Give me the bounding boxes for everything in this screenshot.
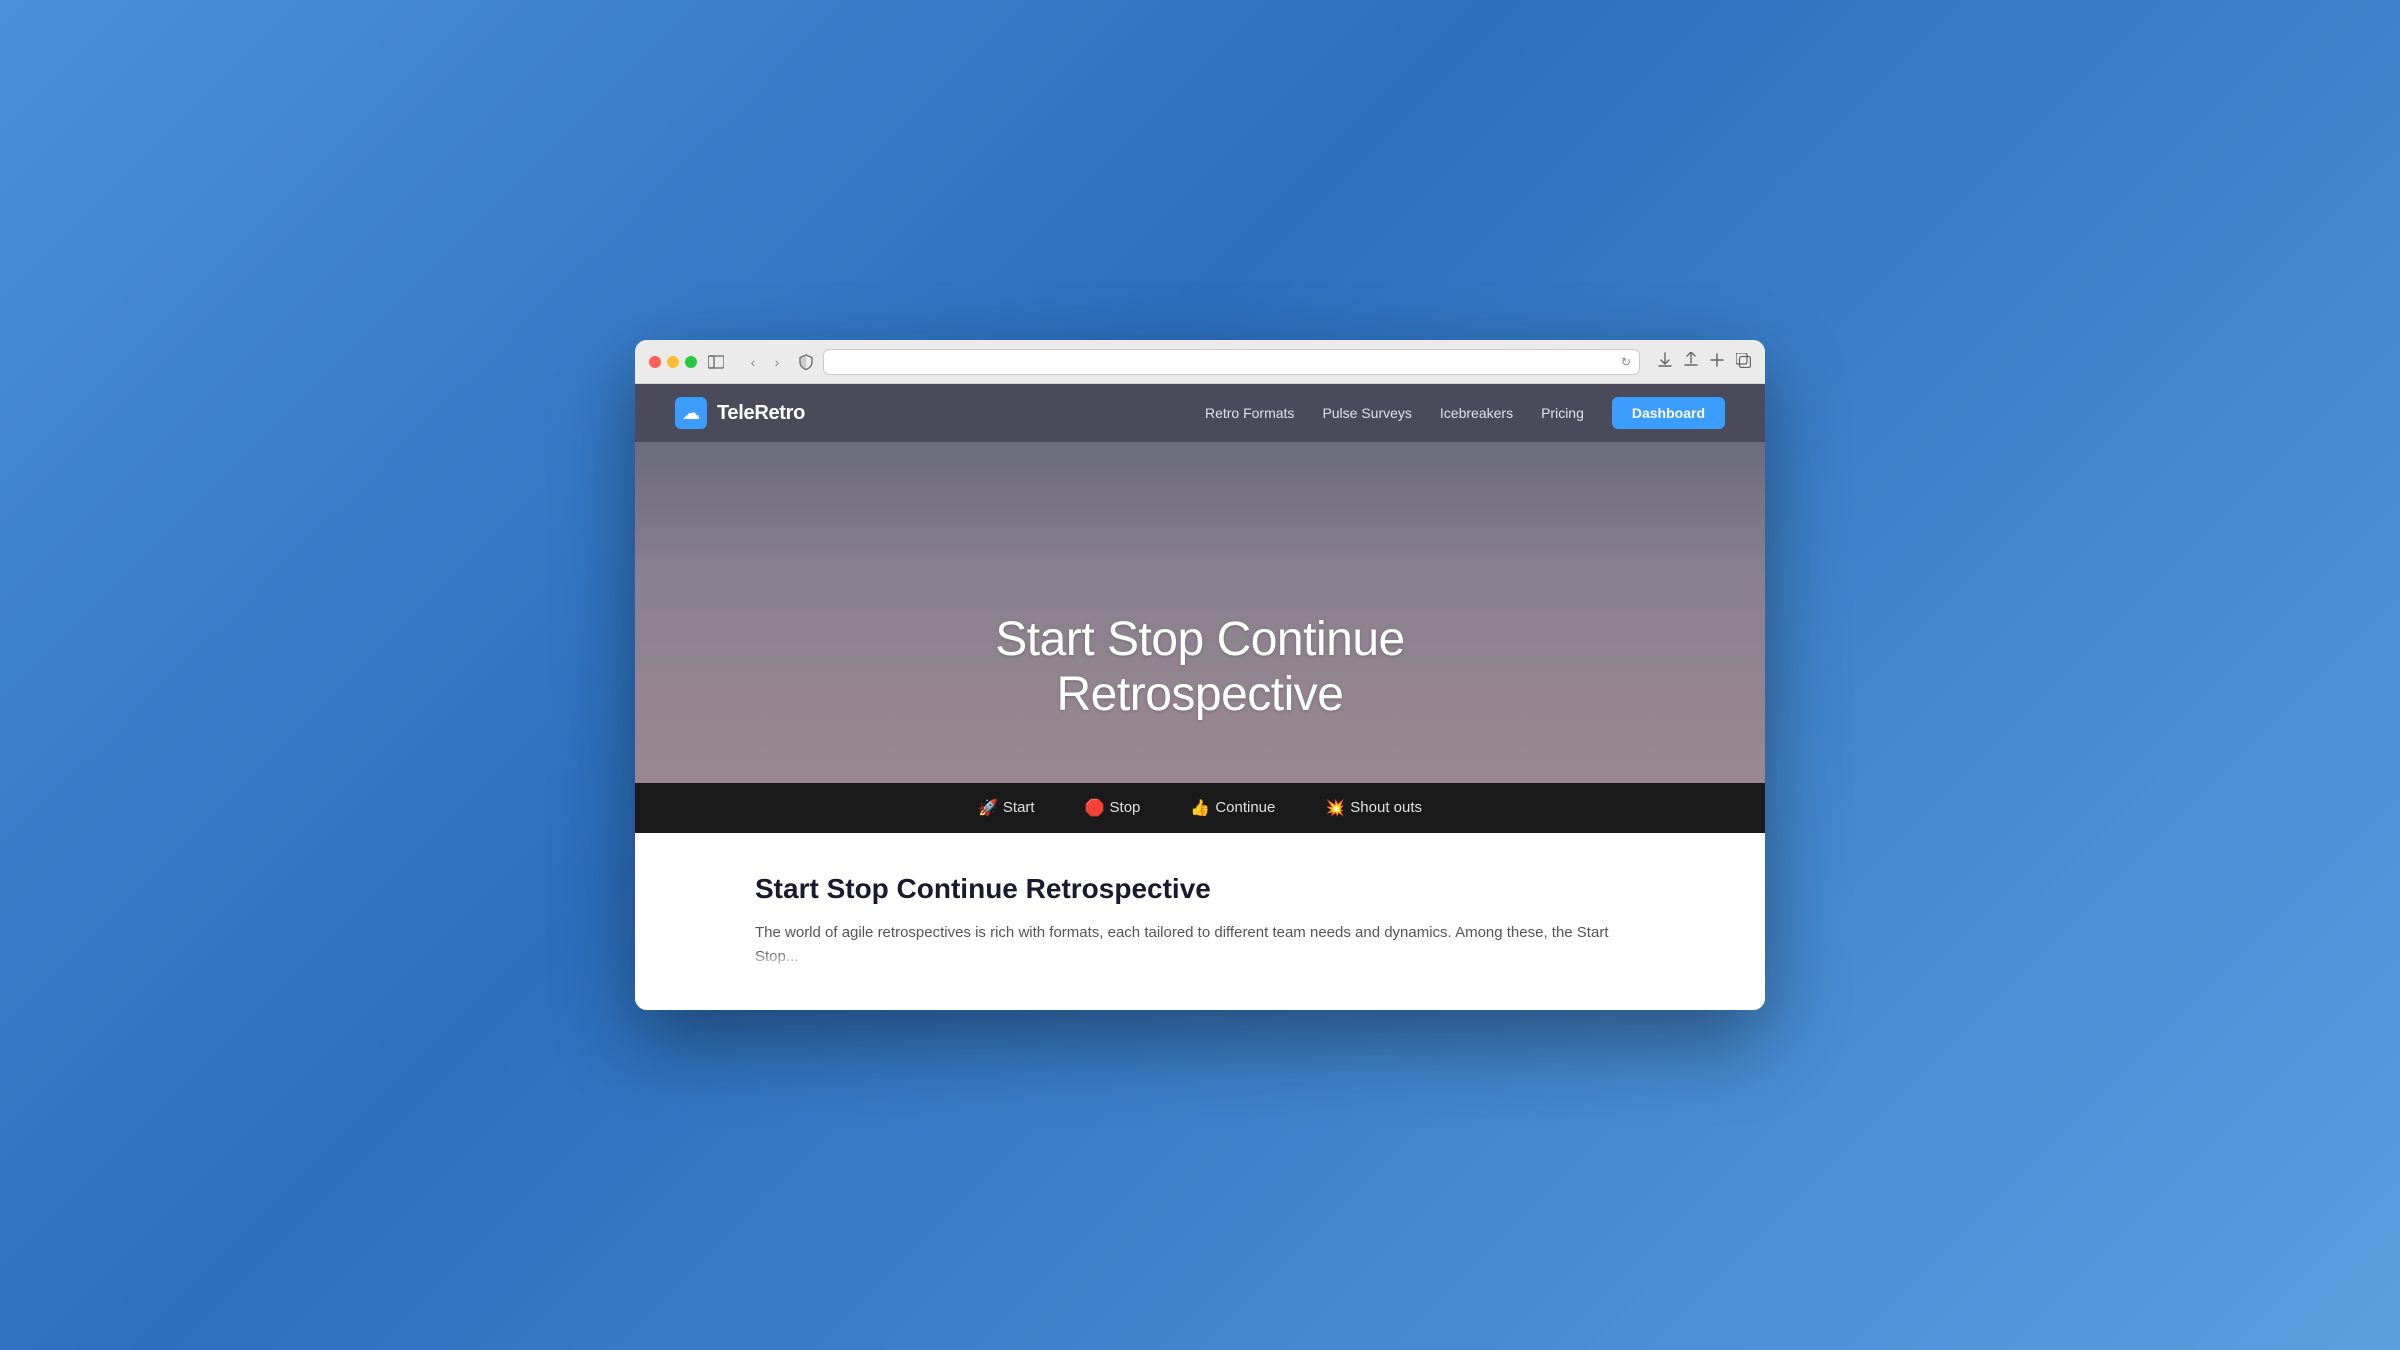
browser-chrome: ‹ › ↻ [635, 340, 1765, 384]
forward-button[interactable]: › [767, 352, 787, 372]
thumbsup-icon: 👍 [1190, 798, 1210, 818]
cloud-icon: ☁ [682, 403, 700, 424]
traffic-lights [649, 356, 697, 368]
privacy-shield-icon [797, 353, 815, 371]
stop-icon: 🛑 [1085, 798, 1105, 818]
content-title: Start Stop Continue Retrospective [755, 873, 1645, 905]
main-nav: ☁ TeleRetro Retro Formats Pulse Surveys … [635, 384, 1765, 442]
tab-shoutouts[interactable]: 💥 Shout outs [1325, 798, 1422, 818]
tab-start-label: Start [1003, 799, 1035, 816]
nav-link-pulse-surveys[interactable]: Pulse Surveys [1322, 405, 1411, 421]
new-tab-icon[interactable] [1710, 353, 1724, 370]
address-bar[interactable]: ↻ [823, 349, 1640, 375]
hero-title-line2: Retrospective [1057, 668, 1344, 721]
tabs-icon[interactable] [1736, 353, 1751, 371]
maximize-button[interactable] [685, 356, 697, 368]
nav-link-pricing[interactable]: Pricing [1541, 405, 1584, 421]
tab-stop[interactable]: 🛑 Stop [1085, 798, 1141, 818]
minimize-button[interactable] [667, 356, 679, 368]
rocket-icon: 🚀 [978, 798, 998, 818]
content-section: Start Stop Continue Retrospective The wo… [635, 833, 1765, 1011]
star-icon: 💥 [1325, 798, 1345, 818]
hero-content: Start Stop Continue Retrospective [635, 562, 1765, 782]
hero-section: Start Stop Continue Retrospective [635, 442, 1765, 783]
hero-title-line1: Start Stop Continue [995, 613, 1404, 666]
browser-nav: ‹ › [743, 352, 787, 372]
tab-continue[interactable]: 👍 Continue [1190, 798, 1275, 818]
tab-continue-label: Continue [1215, 799, 1275, 816]
hero-title: Start Stop Continue Retrospective [675, 612, 1725, 722]
nav-link-icebreakers[interactable]: Icebreakers [1440, 405, 1513, 421]
logo[interactable]: ☁ TeleRetro [675, 397, 805, 429]
browser-window: ‹ › ↻ [635, 340, 1765, 1010]
nav-link-retro-formats[interactable]: Retro Formats [1205, 405, 1294, 421]
tab-shoutouts-label: Shout outs [1350, 799, 1422, 816]
tab-stop-label: Stop [1110, 799, 1141, 816]
logo-icon: ☁ [675, 397, 707, 429]
dashboard-button[interactable]: Dashboard [1612, 397, 1725, 429]
logo-text: TeleRetro [717, 402, 805, 425]
download-icon[interactable] [1658, 352, 1672, 371]
share-icon[interactable] [1684, 352, 1698, 371]
refresh-icon[interactable]: ↻ [1621, 355, 1631, 369]
content-text: The world of agile retrospectives is ric… [755, 921, 1645, 971]
website-content: ☁ TeleRetro Retro Formats Pulse Surveys … [635, 384, 1765, 1010]
close-button[interactable] [649, 356, 661, 368]
address-bar-wrapper: ↻ [797, 349, 1640, 375]
tab-start[interactable]: 🚀 Start [978, 798, 1035, 818]
browser-actions [1658, 352, 1751, 371]
sidebar-toggle-icon[interactable] [707, 353, 725, 371]
back-button[interactable]: ‹ [743, 352, 763, 372]
nav-links: Retro Formats Pulse Surveys Icebreakers … [1205, 397, 1725, 429]
tab-bar: 🚀 Start 🛑 Stop 👍 Continue 💥 Shout outs [635, 783, 1765, 833]
